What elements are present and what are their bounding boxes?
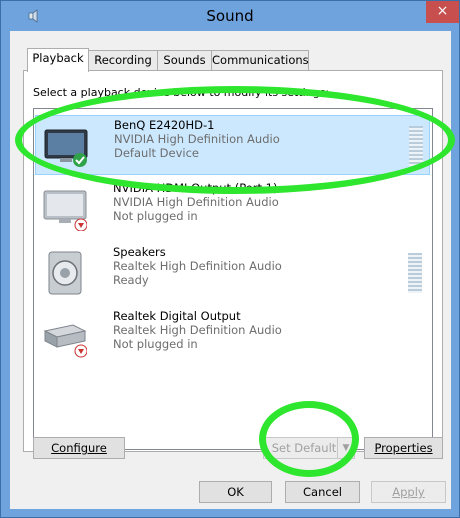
speaker-icon <box>48 251 82 295</box>
device-row-benq[interactable]: BenQ E2420HD-1 NVIDIA High Definition Au… <box>35 115 430 175</box>
monitor-icon <box>43 190 87 231</box>
device-info: BenQ E2420HD-1 NVIDIA High Definition Au… <box>114 118 280 160</box>
sound-dialog: Sound × Playback Recording Sounds Commun… <box>0 0 460 518</box>
device-info: Realtek Digital Output Realtek High Defi… <box>113 309 282 351</box>
device-driver: NVIDIA High Definition Audio <box>113 195 279 209</box>
tab-sounds[interactable]: Sounds <box>157 50 212 71</box>
playback-panel: Select a playback device below to modify… <box>23 70 443 452</box>
device-status: Not plugged in <box>113 209 198 223</box>
device-status: Default Device <box>114 146 200 160</box>
title-bar[interactable]: Sound × <box>1 1 459 31</box>
instructions-text: Select a playback device below to modify… <box>33 86 330 99</box>
configure-label: Configure <box>51 441 107 455</box>
ok-button[interactable]: OK <box>199 481 272 503</box>
device-driver: Realtek High Definition Audio <box>113 323 282 337</box>
device-status: Ready <box>113 273 149 287</box>
apply-label: Apply <box>392 485 425 499</box>
window-title: Sound <box>206 7 254 25</box>
device-name: Realtek Digital Output <box>113 309 241 323</box>
set-default-dropdown-arrow-icon[interactable]: ▼ <box>337 437 355 459</box>
device-name: Speakers <box>113 245 166 259</box>
cancel-button[interactable]: Cancel <box>285 481 360 503</box>
dialog-body: Playback Recording Sounds Communications… <box>10 31 451 509</box>
volume-meter <box>409 126 423 166</box>
device-row-nvidia-hdmi[interactable]: NVIDIA HDMI Output (Port 1) NVIDIA High … <box>35 179 428 237</box>
close-button[interactable]: × <box>426 1 459 23</box>
tab-playback[interactable]: Playback <box>27 48 89 72</box>
device-info: Speakers Realtek High Definition Audio R… <box>113 245 282 287</box>
monitor-icon <box>44 129 88 167</box>
device-status: Not plugged in <box>113 337 198 351</box>
device-driver: Realtek High Definition Audio <box>113 259 282 273</box>
apply-button[interactable]: Apply <box>371 481 446 503</box>
digital-output-icon <box>43 324 87 358</box>
device-info: NVIDIA HDMI Output (Port 1) NVIDIA High … <box>113 181 279 223</box>
device-name: BenQ E2420HD-1 <box>114 118 215 132</box>
device-name: NVIDIA HDMI Output (Port 1) <box>113 181 278 195</box>
configure-button[interactable]: Configure <box>33 437 125 459</box>
tab-communications[interactable]: Communications <box>211 50 309 71</box>
properties-button[interactable]: Properties <box>364 437 443 459</box>
device-driver: NVIDIA High Definition Audio <box>114 132 280 146</box>
properties-label: Properties <box>374 441 433 455</box>
volume-meter <box>408 253 422 293</box>
device-row-realtek-digital[interactable]: Realtek Digital Output Realtek High Defi… <box>35 307 428 365</box>
set-default-button[interactable]: Set Default <box>263 437 345 459</box>
device-list[interactable]: BenQ E2420HD-1 NVIDIA High Definition Au… <box>33 108 433 450</box>
device-row-speakers[interactable]: Speakers Realtek High Definition Audio R… <box>35 243 428 301</box>
tab-recording[interactable]: Recording <box>88 50 158 71</box>
